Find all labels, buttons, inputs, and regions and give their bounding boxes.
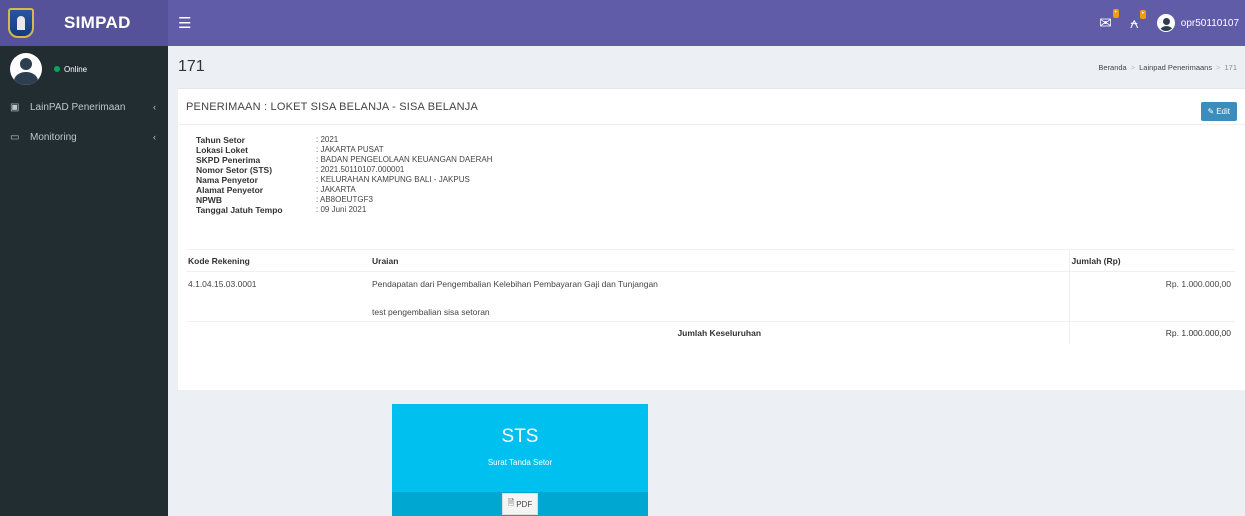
sidebar-item-monitoring[interactable]: ▭ Monitoring ‹ [0,122,168,152]
cell-empty [186,321,370,344]
total-value: Rp. 1.000.000,00 [1068,321,1235,344]
breadcrumb-section[interactable]: Lainpad Penerimaans [1139,63,1212,72]
sidebar-item-lainpad-penerimaan[interactable]: ▣ LainPAD Penerimaan ‹ [0,92,168,122]
content-wrapper: 171 Beranda > Lainpad Penerimaans > 171 … [168,46,1245,516]
user-avatar-small [1156,14,1175,32]
info-row: Nomor Setor (STS) : 2021.50110107.000001 [196,165,1245,175]
breadcrumb-home[interactable]: Beranda [1098,63,1126,72]
pdf-button[interactable]: 🗎 PDF [501,493,539,515]
info-row: Alamat Penyetor : JAKARTA [196,185,1245,195]
info-row: Lokasi Loket : JAKARTA PUSAT [196,145,1245,155]
user-panel: Online [0,46,168,92]
info-row: Nama Penyetor : KELURAHAN KAMPUNG BALI - … [196,175,1245,185]
notification-badge: • [1139,9,1146,19]
monitor-icon: ▭ [10,131,20,143]
column-header-jumlah: Jumlah (Rp) [1068,249,1235,272]
info-list: Tahun Setor : 2021 Lokasi Loket : JAKARTA … [178,125,1245,215]
navbar: ☰ ✉ • ⍲ • opr50110107 [168,0,1245,46]
info-key: NPWB [196,195,222,205]
chevron-left-icon: ‹ [153,102,156,112]
info-key: Tanggal Jatuh Tempo [196,205,283,215]
jakarta-emblem-icon [8,8,34,38]
breadcrumb-separator: > [1130,62,1136,72]
info-value: : JAKARTA [316,185,356,194]
user-menu[interactable]: opr50110107 [1156,14,1239,32]
info-row: Tahun Setor : 2021 [196,135,1245,145]
total-label: Jumlah Keseluruhan [370,321,1069,344]
info-value: : KELURAHAN KAMPUNG BALI - JAKPUS [316,175,470,184]
info-value: : 2021.50110107.000001 [316,165,405,174]
cell-kode: 4.1.04.15.03.0001 [186,271,370,322]
info-key: Lokasi Loket [196,145,248,155]
info-value: : 2021 [316,135,339,144]
breadcrumb: Beranda > Lainpad Penerimaans > 171 [1098,63,1237,72]
keterangan-text: test pengembalian sisa setoran [372,307,490,317]
info-key: Nama Penyetor [196,175,258,185]
app-name: SIMPAD [64,13,131,32]
sidebar-item-label: Monitoring [30,131,77,143]
info-row: NPWB : AB8OEUTGF3 [196,195,1245,205]
column-header-uraian: Uraian [370,249,1069,272]
breadcrumb-separator: > [1216,62,1221,72]
info-value: : JAKARTA PUSAT [316,145,384,154]
money-icon: ▣ [10,101,20,113]
edit-icon: ✎ [1207,107,1215,116]
sts-title: STS [501,426,539,447]
content-header: 171 Beranda > Lainpad Penerimaans > 171 [168,46,1245,88]
sidebar-item-label: LainPAD Penerimaan [30,101,126,113]
info-key: Alamat Penyetor [196,185,264,195]
user-name: opr50110107 [1180,17,1239,29]
table-header-row: Kode Rekening Uraian Jumlah (Rp) [186,249,1235,272]
box-header: PENERIMAAN : LOKET SISA BELANJA - SISA B… [178,89,1245,125]
rekening-table: Kode Rekening Uraian Jumlah (Rp) 4.1.04.… [186,249,1235,344]
menu-toggle-icon[interactable]: ☰ [178,14,191,32]
page-title: 171 [178,58,205,75]
info-key: SKPD Penerima [196,155,261,165]
status-text: Online [64,64,88,74]
nav-right: ✉ • ⍲ • opr50110107 [1099,9,1239,32]
detail-box: PENERIMAAN : LOKET SISA BELANJA - SISA B… [178,88,1245,390]
file-pdf-icon: 🗎 [507,498,515,507]
uraian-text: Pendapatan dari Pengembalian Kelebihan P… [372,279,658,289]
edit-label: Edit [1216,107,1230,116]
info-value: : 09 Juni 2021 [316,205,367,214]
box-title: PENERIMAAN : LOKET SISA BELANJA - SISA B… [186,100,479,113]
info-key: Tahun Setor [196,135,245,145]
avatar [10,53,42,85]
envelope-icon[interactable]: ✉ • [1099,9,1119,32]
status-indicator: Online [54,65,87,74]
breadcrumb-current: 171 [1224,62,1237,72]
sidebar: Online ▣ LainPAD Penerimaan ‹ ▭ Monitori… [0,46,168,516]
table-total-row: Jumlah Keseluruhan Rp. 1.000.000,00 [186,321,1235,344]
info-row: Tanggal Jatuh Tempo : 09 Juni 2021 [196,205,1245,215]
bell-icon[interactable]: ⍲ • [1130,9,1146,32]
top-header: SIMPAD ☰ ✉ • ⍲ • opr50110107 [0,0,1245,46]
cell-uraian: Pendapatan dari Pengembalian Kelebihan P… [370,271,1069,322]
message-badge: • [1112,9,1119,18]
info-key: Nomor Setor (STS) [196,165,273,175]
edit-button[interactable]: ✎ Edit [1200,102,1237,121]
pdf-label: PDF [516,499,533,509]
online-dot-icon [54,66,60,72]
sts-tile: STS Surat Tanda Setor 🗎 PDF [392,404,648,516]
cell-jumlah: Rp. 1.000.000,00 [1068,271,1235,322]
column-header-kode: Kode Rekening [186,249,370,272]
info-value: : AB8OEUTGF3 [316,195,373,204]
sts-subtitle: Surat Tanda Setor [487,458,553,467]
table-row: 4.1.04.15.03.0001 Pendapatan dari Pengem… [186,271,1235,322]
chevron-left-icon: ‹ [153,132,156,142]
sts-footer: 🗎 PDF [392,492,648,516]
info-row: SKPD Penerima : BADAN PENGELOLAAN KEUANGA… [196,155,1245,165]
info-value: : BADAN PENGELOLAAN KEUANGAN DAERAH [316,155,493,164]
logo-area[interactable]: SIMPAD [0,0,168,46]
